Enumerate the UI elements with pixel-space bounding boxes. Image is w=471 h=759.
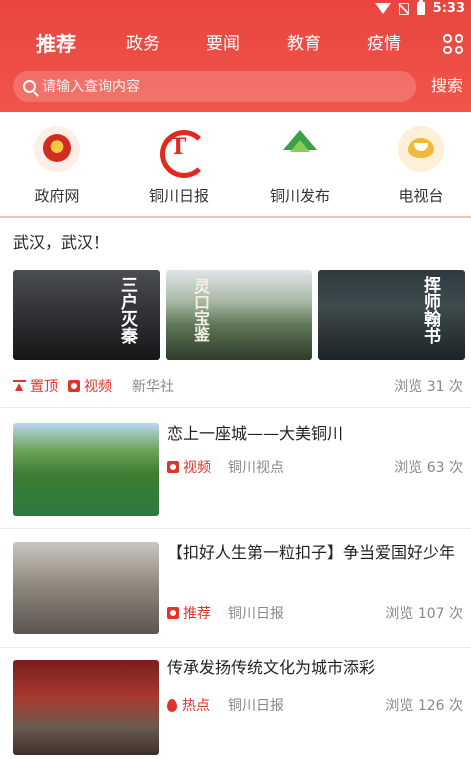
- image-caption: 三户灭秦: [117, 276, 137, 344]
- tab-epidemic[interactable]: 疫情: [367, 26, 401, 62]
- search-button[interactable]: 搜索: [431, 72, 463, 100]
- tag-label: 视频: [84, 379, 112, 395]
- news-title: 恋上一座城——大美铜川: [167, 424, 344, 443]
- view-count: 浏览 107 次: [385, 606, 463, 622]
- tongchuan-daily-logo-icon: [156, 126, 208, 178]
- image-caption: 灵口宝鉴: [191, 278, 210, 342]
- news-image: 灵口宝鉴: [166, 270, 312, 360]
- image-caption: 挥师翰书: [420, 276, 440, 344]
- news-title: 【扣好人生第一粒扣子】争当爱国好少年: [167, 543, 456, 562]
- quick-link-label: 铜川发布: [269, 187, 330, 205]
- quick-link-tv[interactable]: 电视台: [366, 126, 471, 206]
- news-meta: 视频 铜川视点 浏览 63 次: [0, 457, 471, 477]
- national-emblem-icon: [34, 126, 80, 172]
- view-count: 浏览 63 次: [394, 460, 463, 476]
- quick-link-label: 电视台: [398, 187, 444, 205]
- battery-icon: [416, 0, 425, 15]
- quick-link-gov[interactable]: 政府网: [2, 126, 112, 206]
- hot-tag: 热点: [167, 695, 210, 715]
- news-title: 武汉，武汉！: [13, 233, 110, 252]
- tab-recommend[interactable]: 推荐: [36, 26, 76, 62]
- quick-link-label: 政府网: [34, 187, 80, 205]
- news-source: 铜川日报: [228, 606, 284, 622]
- video-icon: [167, 461, 179, 473]
- quick-link-daily[interactable]: 铜川日报: [124, 126, 234, 206]
- news-title: 传承发扬传统文化为城市添彩: [167, 658, 376, 677]
- status-icons: 5:33: [374, 0, 465, 16]
- status-time: 5:33: [432, 1, 465, 16]
- tv-station-logo-icon: [398, 126, 444, 172]
- search-bar[interactable]: [13, 71, 416, 102]
- search-icon: [23, 80, 36, 93]
- no-sim-icon: [398, 2, 409, 15]
- tag-label: 热点: [182, 698, 210, 714]
- pinned-tag: 置顶: [13, 376, 58, 396]
- tab-education[interactable]: 教育: [287, 26, 321, 62]
- recommend-icon: [167, 607, 179, 619]
- tongchuan-release-logo-icon: [277, 126, 323, 172]
- news-card[interactable]: 武汉，武汉！ 三户灭秦 灵口宝鉴 挥师翰书 置顶 视频 新华社 浏览 31 次: [0, 220, 471, 408]
- recommend-tag: 推荐: [167, 603, 211, 623]
- news-source: 新华社: [132, 379, 174, 395]
- news-card[interactable]: 恋上一座城——大美铜川 视频 铜川视点 浏览 63 次: [0, 409, 471, 529]
- news-card[interactable]: 传承发扬传统文化为城市添彩 热点 铜川日报 浏览 126 次: [0, 649, 471, 759]
- news-card[interactable]: 【扣好人生第一粒扣子】争当爱国好少年 推荐 铜川日报 浏览 107 次: [0, 530, 471, 648]
- news-source: 铜川视点: [228, 460, 284, 476]
- news-meta: 推荐 铜川日报 浏览 107 次: [0, 603, 471, 623]
- tab-government[interactable]: 政务: [126, 26, 160, 62]
- news-image: 三户灭秦: [13, 270, 160, 360]
- news-source: 铜川日报: [228, 698, 284, 714]
- view-count: 浏览 126 次: [385, 698, 463, 714]
- tab-news[interactable]: 要闻: [206, 26, 240, 62]
- quick-link-label: 铜川日报: [148, 187, 209, 205]
- search-input[interactable]: [42, 78, 372, 95]
- wifi-icon: [374, 3, 391, 14]
- news-meta: 热点 铜川日报 浏览 126 次: [0, 695, 471, 715]
- category-tabs: 推荐 政务 要闻 教育 疫情: [0, 26, 471, 62]
- tag-label: 视频: [183, 460, 211, 476]
- tag-label: 置顶: [30, 379, 58, 395]
- pin-top-icon: [13, 379, 26, 393]
- video-tag: 视频: [167, 457, 211, 477]
- quick-link-release[interactable]: 铜川发布: [245, 126, 355, 206]
- video-tag: 视频: [68, 376, 112, 396]
- status-bar: 5:33: [0, 0, 471, 18]
- news-image: 挥师翰书: [318, 270, 465, 360]
- news-meta: 置顶 视频 新华社 浏览 31 次: [0, 376, 471, 396]
- quick-links: 政府网 铜川日报 铜川发布 电视台: [0, 112, 471, 218]
- video-icon: [68, 380, 80, 392]
- tag-label: 推荐: [183, 606, 211, 622]
- view-count: 浏览 31 次: [394, 379, 463, 395]
- app-header: 5:33 推荐 政务 要闻 教育 疫情 搜索: [0, 0, 471, 112]
- flame-icon: [167, 698, 177, 712]
- more-channels-icon[interactable]: [443, 34, 463, 54]
